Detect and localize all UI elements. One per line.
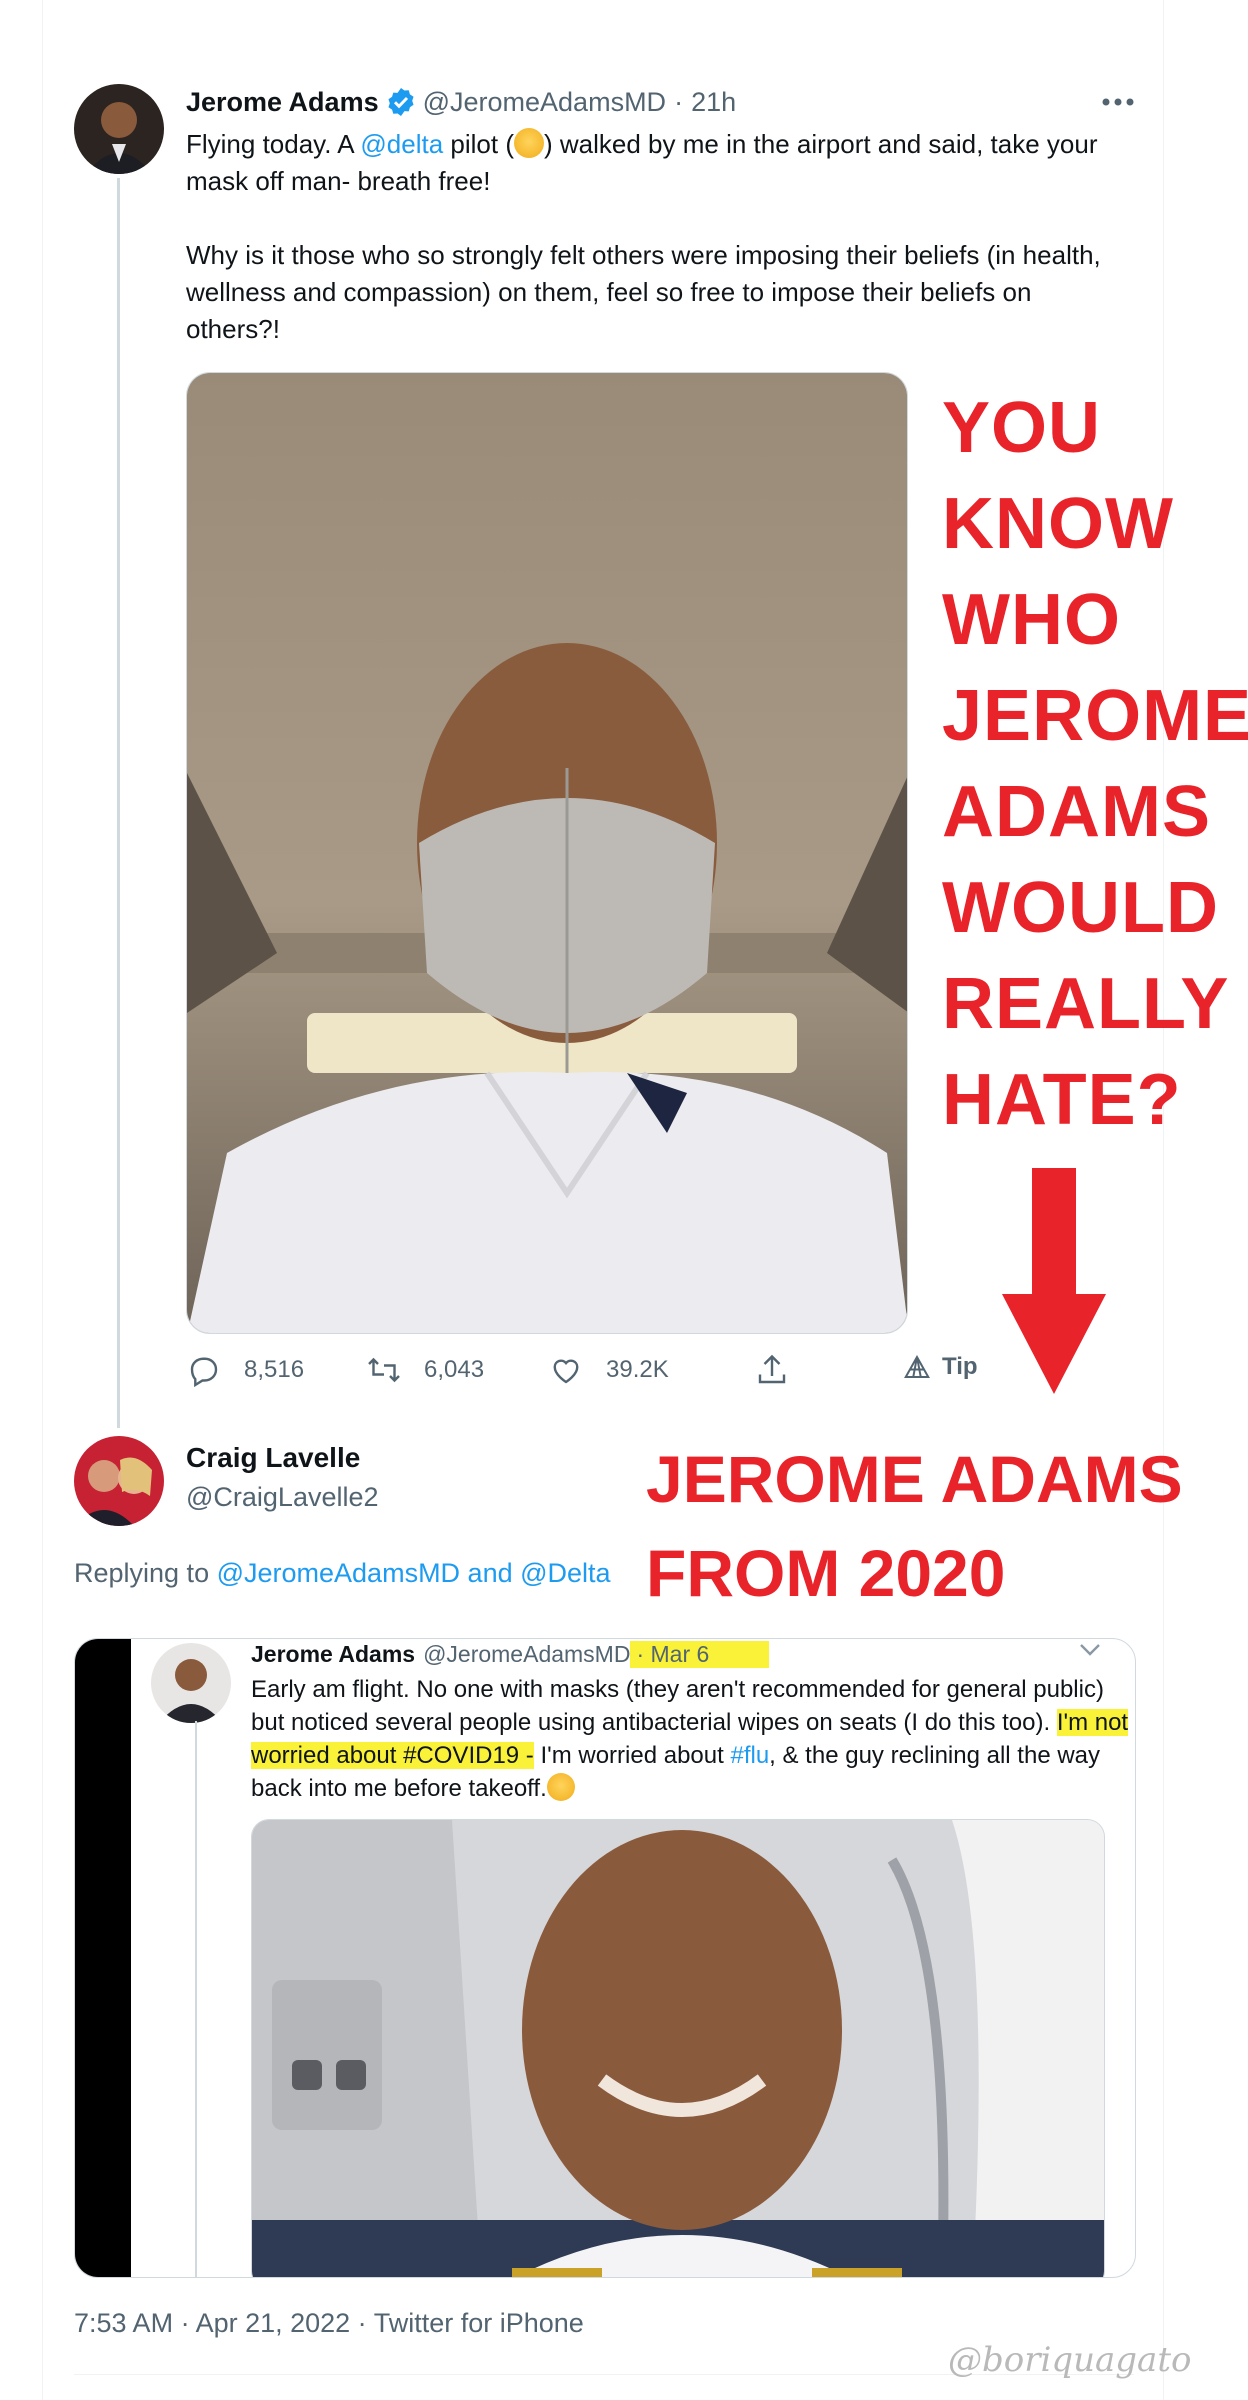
inner-tweet-header: Jerome Adams @JeromeAdamsMD · Mar 6 xyxy=(251,1639,770,1669)
inner-black-bar xyxy=(75,1639,131,2277)
reply-action[interactable]: 8,516 xyxy=(186,1352,304,1388)
overlay-line: ADAMS xyxy=(942,772,1211,852)
rolling-eyes-emoji-icon xyxy=(546,1773,575,1801)
separator-dot: · xyxy=(674,86,684,117)
overlay-line: JEROME xyxy=(942,676,1248,756)
exploding-head-emoji-icon xyxy=(514,128,544,158)
inner-date: · Mar 6 xyxy=(630,1640,770,1668)
mention-delta-link[interactable]: @delta xyxy=(360,129,443,159)
overlay-question: YOU KNOW WHO JEROME ADAMS WOULD REALLY H… xyxy=(942,380,1248,1148)
tweet-actions: 8,516 6,043 39.2K Tip xyxy=(186,1352,1056,1398)
tweet-text-start: Flying today. A xyxy=(186,129,361,159)
share-icon xyxy=(758,1354,786,1384)
overlay-line: YOU xyxy=(942,388,1102,468)
caption-line-1: JEROME ADAMS xyxy=(646,1442,1183,1516)
like-icon xyxy=(553,1359,579,1384)
author-name[interactable]: Jerome Adams xyxy=(186,87,379,118)
tweet-paragraph-2: Why is it those who so strongly felt oth… xyxy=(186,240,1101,344)
author-handle[interactable]: @JeromeAdamsMD xyxy=(423,87,666,118)
replying-to: Replying to @JeromeAdamsMD and @Delta xyxy=(74,1558,611,1589)
reply-author-handle[interactable]: @CraigLavelle2 xyxy=(186,1482,379,1513)
tweet-photo-masked-selfie[interactable] xyxy=(186,372,908,1334)
reply-timestamp[interactable]: 7:53 AM · Apr 21, 2022 · Twitter for iPh… xyxy=(74,2308,584,2339)
reply-icon xyxy=(190,1357,218,1388)
avatar-jerome-adams[interactable] xyxy=(74,84,164,174)
reply-screenshot-image[interactable]: Jerome Adams @JeromeAdamsMD · Mar 6 Earl… xyxy=(74,1638,1136,2278)
overlay-caption: JEROME ADAMS FROM 2020 xyxy=(646,1432,1183,1620)
inner-avatar xyxy=(151,1643,231,1723)
inner-text-part2: I'm worried about xyxy=(533,1742,731,1769)
replying-to-links[interactable]: @JeromeAdamsMD and @Delta xyxy=(217,1558,611,1588)
verified-badge-icon xyxy=(385,86,417,118)
tip-icon xyxy=(904,1354,930,1378)
inner-tweet-text: Early am flight. No one with masks (they… xyxy=(251,1673,1131,1805)
reply-count: 8,516 xyxy=(244,1356,305,1383)
overlay-line: KNOW xyxy=(942,484,1174,564)
replying-prefix: Replying to xyxy=(74,1558,217,1588)
avatar-craig-lavelle[interactable] xyxy=(74,1436,164,1526)
tweet-header: Jerome Adams @JeromeAdamsMD · 21h xyxy=(186,84,736,120)
inner-author-handle: @JeromeAdamsMD xyxy=(423,1640,631,1667)
share-action[interactable] xyxy=(754,1352,790,1388)
reply-author-name[interactable]: Craig Lavelle xyxy=(186,1442,360,1474)
tweet-body: Flying today. A @delta pilot () walked b… xyxy=(186,126,1116,385)
overlay-line: WOULD xyxy=(942,868,1219,948)
watermark: @boriquagato xyxy=(948,2340,1192,2380)
overlay-line: REALLY xyxy=(942,964,1230,1044)
caption-line-2: FROM 2020 xyxy=(646,1536,1006,1610)
inner-text-part1: Early am flight. No one with masks (they… xyxy=(251,1676,1104,1736)
inner-tweet-photo xyxy=(251,1819,1105,2277)
retweet-icon xyxy=(368,1357,400,1383)
tweet-text-mid: pilot ( xyxy=(443,129,514,159)
inner-thread-line xyxy=(195,1721,197,2277)
retweet-count: 6,043 xyxy=(424,1356,485,1383)
tip-action[interactable]: Tip xyxy=(902,1352,978,1382)
more-icon[interactable] xyxy=(1098,90,1138,114)
inner-flu-tag: #flu xyxy=(730,1742,770,1769)
overlay-line: HATE? xyxy=(942,1060,1182,1140)
retweet-action[interactable]: 6,043 xyxy=(366,1352,484,1388)
chevron-down-icon xyxy=(1079,1643,1101,1657)
like-count: 39.2K xyxy=(606,1356,669,1383)
inner-author-name: Jerome Adams xyxy=(251,1640,416,1667)
like-action[interactable]: 39.2K xyxy=(548,1352,669,1388)
tweet-time[interactable]: 21h xyxy=(691,87,736,118)
thread-connector xyxy=(117,178,120,1428)
tip-label: Tip xyxy=(942,1353,978,1380)
overlay-line: WHO xyxy=(942,580,1121,660)
